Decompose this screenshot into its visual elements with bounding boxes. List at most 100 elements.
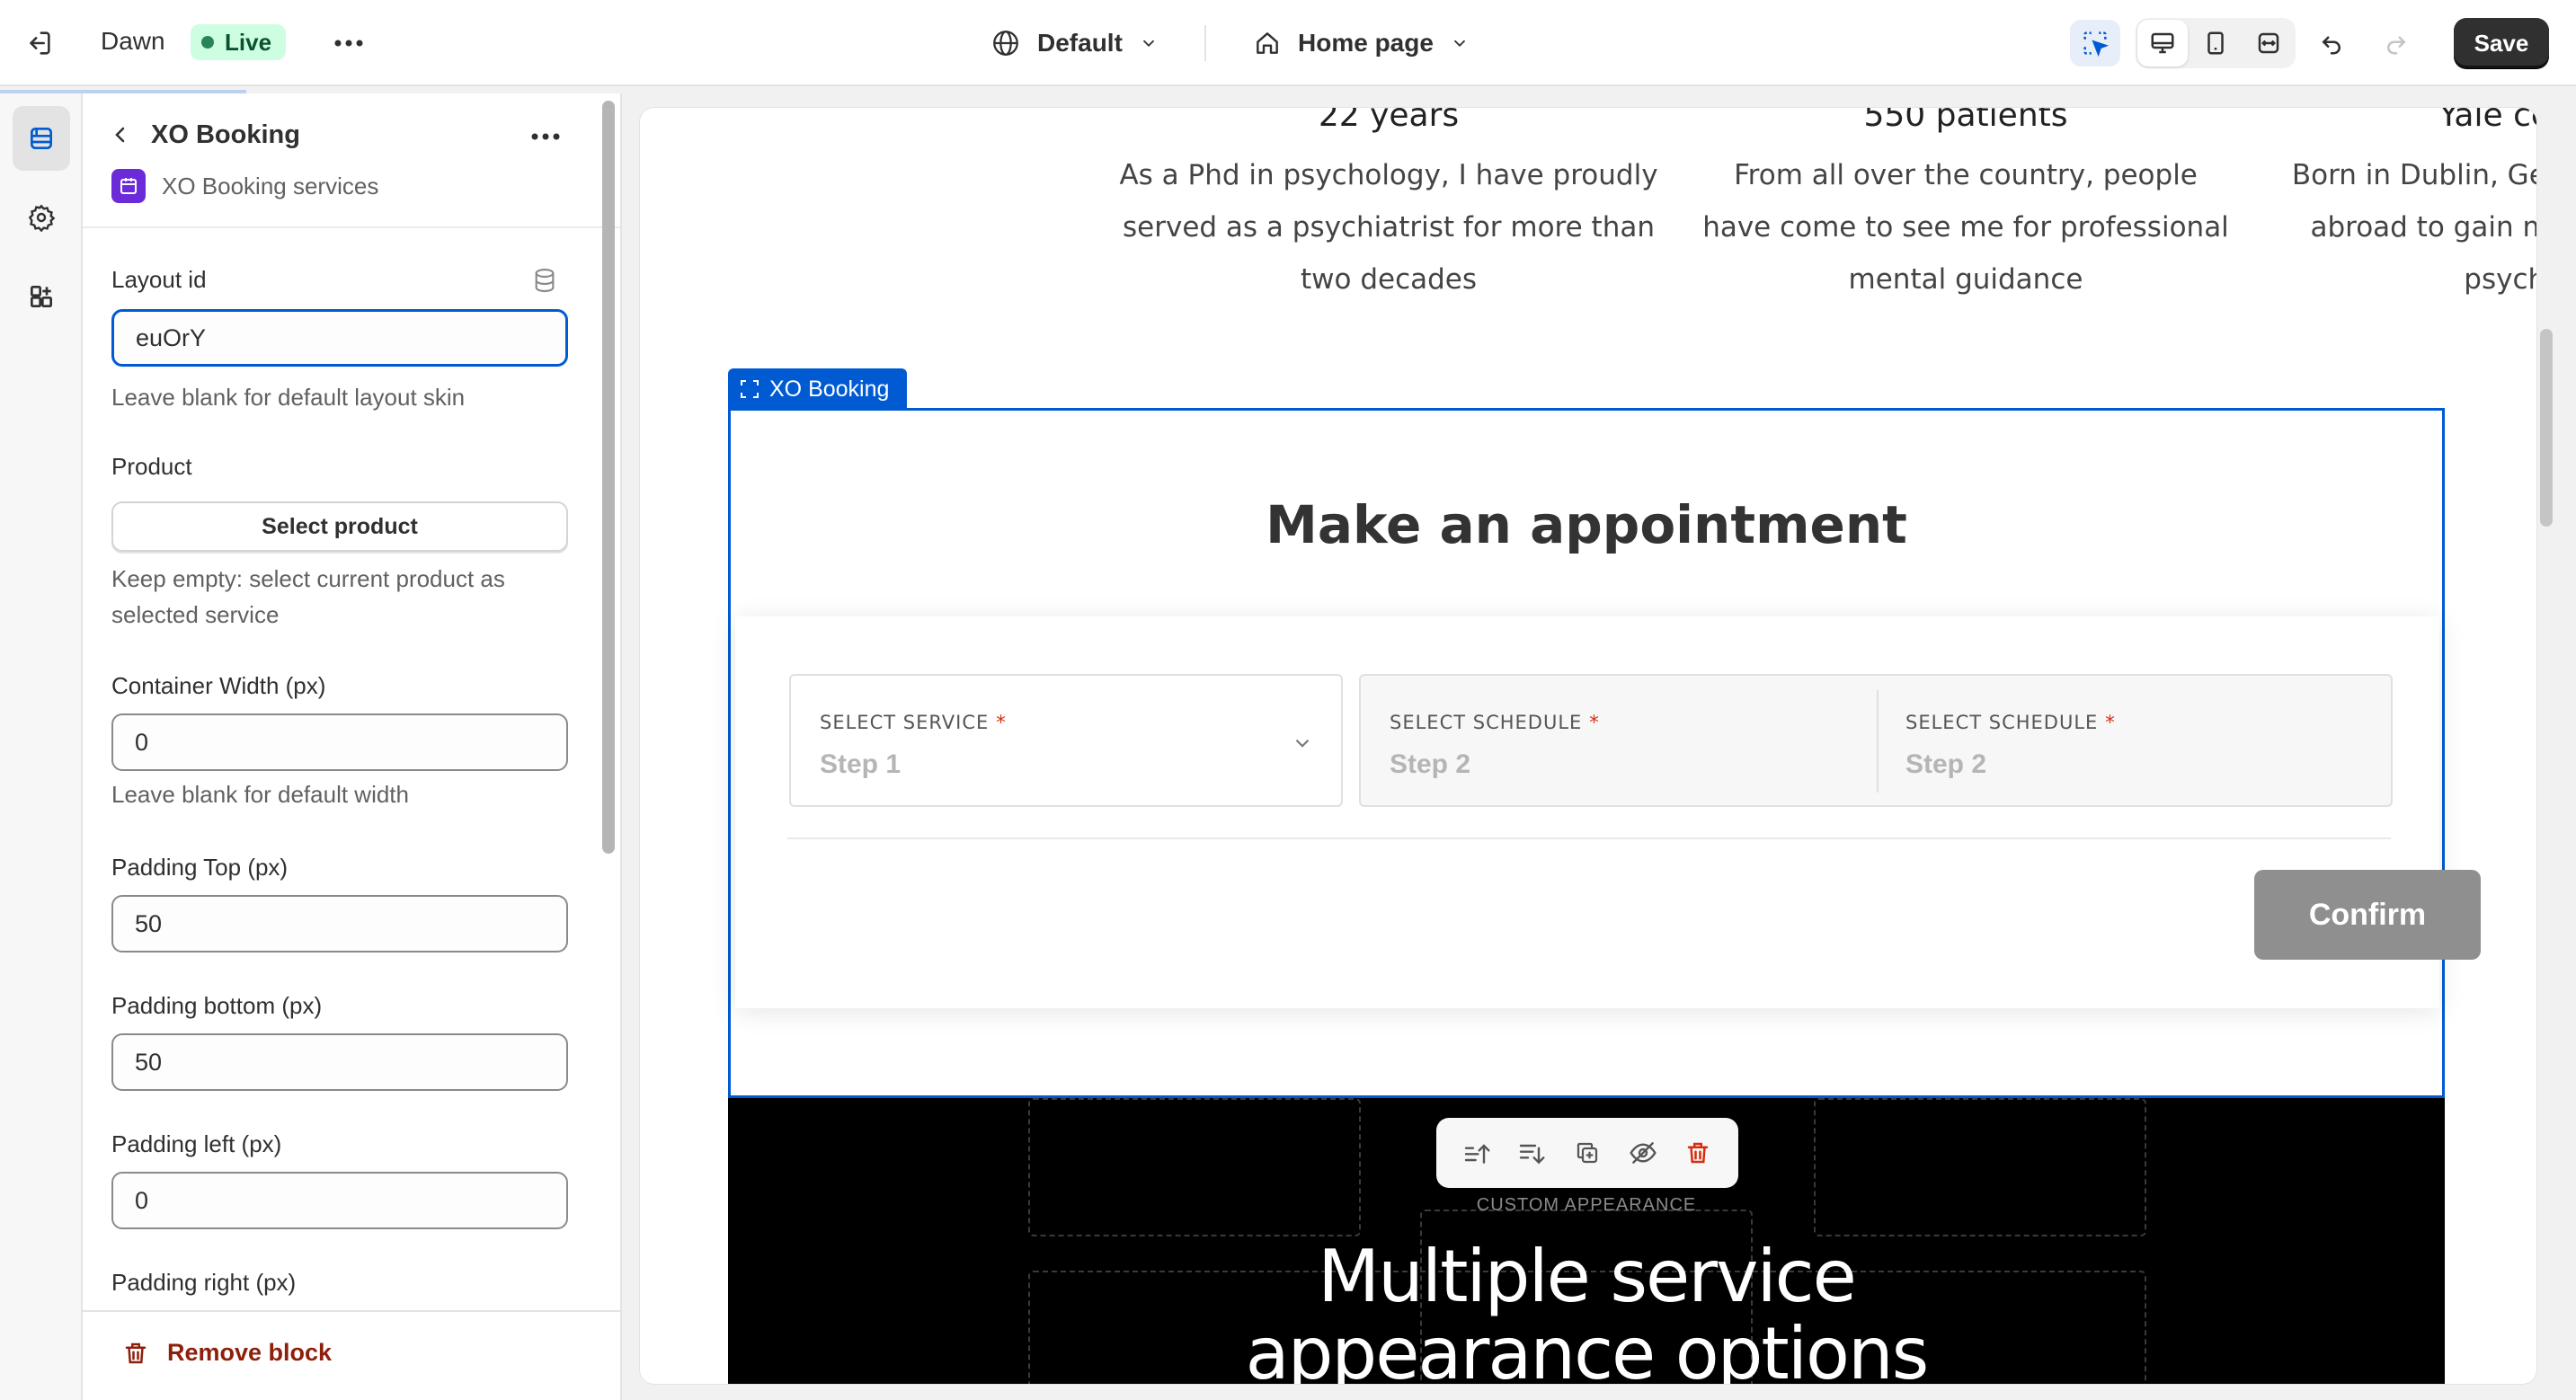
left-rail	[0, 93, 83, 1400]
layout-id-input[interactable]	[111, 309, 568, 367]
undo-button[interactable]	[2306, 20, 2357, 66]
chevron-down-icon	[1142, 40, 1155, 48]
home-icon	[1257, 32, 1278, 54]
live-badge-label: Live	[225, 28, 272, 56]
full-width-view-button[interactable]	[2243, 20, 2294, 66]
block-action-toolbar	[1436, 1118, 1738, 1188]
move-up-button[interactable]	[1453, 1130, 1500, 1176]
block-settings-sidebar: XO Booking XO Booking services Layout id…	[83, 93, 622, 1400]
move-down-button[interactable]	[1508, 1130, 1555, 1176]
chevron-down-icon	[1453, 40, 1466, 48]
layout-id-label: Layout id	[111, 266, 207, 293]
select-service-dropdown[interactable]: SELECT SERVICE * Step 1	[789, 674, 1343, 807]
stat-heading-2: 550 patients	[1863, 108, 2068, 134]
duplicate-icon	[1577, 1142, 1598, 1164]
app-calendar-icon	[111, 169, 146, 203]
padding-left-input[interactable]	[111, 1172, 568, 1229]
booking-card: SELECT SERVICE * Step 1 SELECT SCHEDULE * …	[735, 616, 2481, 1008]
template-selector[interactable]: Default	[990, 22, 1159, 65]
select-schedule-value-2: Step 2	[1905, 749, 1987, 779]
section-title: Multiple service appearance options	[728, 1235, 2445, 1385]
product-label: Product	[111, 453, 192, 480]
top-bar: Dawn Live Default Home page Save	[0, 0, 2576, 86]
container-width-label: Container Width (px)	[111, 672, 326, 699]
container-width-input[interactable]	[111, 713, 568, 771]
back-button[interactable]	[104, 119, 137, 151]
more-horizontal-icon	[334, 40, 363, 47]
expand-width-icon	[2258, 32, 2279, 54]
section-eyebrow: CUSTOM APPEARANCE	[1476, 1195, 1697, 1215]
block-title: XO Booking	[151, 120, 300, 149]
move-up-icon	[1464, 1144, 1490, 1164]
redo-button[interactable]	[2371, 20, 2421, 66]
remove-block-label: Remove block	[167, 1339, 333, 1366]
exit-button[interactable]	[20, 25, 58, 61]
preview-scrollbar[interactable]	[2540, 329, 2553, 527]
gear-icon	[28, 204, 56, 232]
padding-right-label: Padding right (px)	[111, 1269, 297, 1296]
rail-apps-button[interactable]	[13, 264, 70, 329]
padding-left-label: Padding left (px)	[111, 1130, 282, 1157]
live-dot-icon	[201, 36, 214, 49]
booking-card-divider	[787, 837, 2391, 839]
dynamic-source-icon[interactable]	[530, 266, 559, 295]
desktop-icon	[2151, 32, 2174, 54]
stat-text-2: From all over the country, people have c…	[1702, 159, 2229, 296]
selected-block-tag[interactable]: XO Booking	[728, 368, 908, 410]
stat-text-1: As a Phd in psychology, I have proudly s…	[1119, 159, 1658, 296]
page-selector[interactable]: Home page	[1253, 22, 1470, 65]
section-title-line-1: Multiple service	[1318, 1235, 1857, 1318]
rail-theme-settings-button[interactable]	[13, 185, 70, 250]
stat-heading-1: 22 years	[1318, 108, 1460, 134]
chevron-down-icon	[1295, 739, 1310, 748]
select-cursor-icon	[2083, 31, 2110, 58]
delete-button[interactable]	[1674, 1130, 1721, 1176]
stat-text-3: Born in Dublin, Germany, I travelled abr…	[2291, 159, 2536, 296]
select-service-value: Step 1	[820, 749, 902, 779]
duplicate-button[interactable]	[1564, 1130, 1611, 1176]
theme-more-button[interactable]	[331, 25, 367, 61]
mobile-icon	[2207, 31, 2224, 55]
hide-button[interactable]	[1620, 1130, 1666, 1176]
app-source: XO Booking services	[111, 169, 378, 203]
select-schedule-field-2[interactable]: SELECT SCHEDULE * Step 2	[1877, 676, 2393, 805]
padding-bottom-label: Padding bottom (px)	[111, 992, 323, 1019]
apps-icon	[31, 286, 52, 307]
selected-block-tag-label: XO Booking	[769, 376, 890, 402]
desktop-view-button[interactable]	[2137, 20, 2188, 66]
globe-icon	[993, 31, 1018, 56]
mobile-view-button[interactable]	[2190, 20, 2241, 66]
sidebar-scrollbar[interactable]	[602, 101, 615, 854]
rail-sections-button[interactable]	[13, 106, 70, 171]
select-schedule-group: SELECT SCHEDULE * Step 2 SELECT SCHEDULE *…	[1359, 674, 2393, 807]
remove-block-button[interactable]: Remove block	[122, 1339, 332, 1367]
eye-off-icon	[1629, 1142, 1657, 1164]
padding-top-label: Padding Top (px)	[111, 854, 289, 881]
booking-title: Make an appointment	[1266, 494, 1907, 555]
trash-icon	[125, 1342, 147, 1363]
sections-icon	[31, 128, 52, 149]
sidebar-header: XO Booking XO Booking services	[83, 93, 620, 228]
viewport-switcher	[2136, 18, 2296, 68]
select-service-label: SELECT SERVICE *	[820, 712, 1007, 733]
live-status-badge: Live	[191, 24, 287, 60]
inspector-toggle-button[interactable]	[2070, 20, 2120, 66]
exit-icon	[30, 31, 50, 55]
block-more-button[interactable]	[523, 119, 568, 155]
chevron-left-icon	[115, 127, 125, 143]
redo-icon	[2387, 36, 2406, 55]
select-schedule-label-2: SELECT SCHEDULE *	[1905, 712, 2116, 733]
template-selector-label: Default	[1037, 29, 1123, 57]
block-frame-icon	[741, 380, 759, 398]
layout-id-help: Leave blank for default layout skin	[111, 384, 466, 411]
select-schedule-label-1: SELECT SCHEDULE *	[1390, 712, 1600, 733]
padding-bottom-input[interactable]	[111, 1033, 568, 1091]
save-button[interactable]: Save	[2454, 18, 2549, 68]
stat-heading-3: Yale certified	[2438, 108, 2536, 134]
padding-top-input[interactable]	[111, 895, 568, 953]
select-product-button[interactable]: Select product	[111, 501, 568, 552]
app-name: XO Booking services	[162, 172, 379, 199]
undo-icon	[2322, 36, 2341, 55]
page-selector-label: Home page	[1298, 29, 1434, 57]
confirm-button[interactable]: Confirm	[2254, 870, 2481, 960]
